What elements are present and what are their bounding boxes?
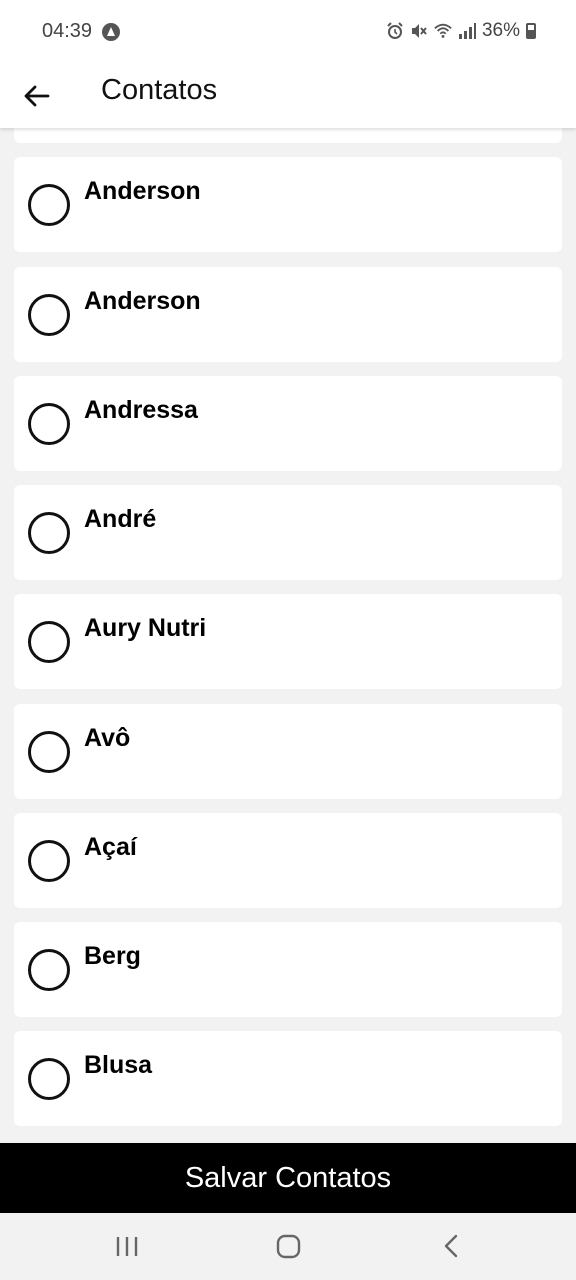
back-icon xyxy=(444,1234,458,1258)
battery-percent: 36% xyxy=(481,20,520,41)
wifi-icon xyxy=(434,23,452,38)
system-nav-bar xyxy=(0,1213,576,1280)
mute-icon xyxy=(411,24,427,38)
back-button[interactable] xyxy=(18,74,58,114)
status-time: 04:39 xyxy=(42,20,93,42)
list-item[interactable]: Andressa xyxy=(14,376,562,471)
nav-back-button[interactable] xyxy=(430,1231,470,1261)
list-item[interactable]: Avô xyxy=(14,704,562,799)
radio-button[interactable] xyxy=(28,184,70,226)
recents-button[interactable] xyxy=(108,1231,148,1261)
list-item[interactable]: Blusa xyxy=(14,1031,562,1126)
page-title: Contatos xyxy=(101,74,218,106)
radio-button[interactable] xyxy=(28,949,70,991)
signal-icon xyxy=(458,23,476,39)
list-item-partial xyxy=(14,128,562,143)
home-icon xyxy=(276,1234,301,1259)
app-notification-icon xyxy=(102,23,120,41)
radio-button[interactable] xyxy=(28,1058,70,1100)
list-item[interactable]: Anderson xyxy=(14,267,562,362)
contact-name: André xyxy=(84,505,157,533)
contact-name: Açaí xyxy=(84,833,137,861)
list-item[interactable]: Açaí xyxy=(14,813,562,908)
app-bar: Contatos xyxy=(0,66,576,128)
contact-name: Blusa xyxy=(84,1051,153,1079)
list-item[interactable]: André xyxy=(14,485,562,580)
list-item[interactable]: Aury Nutri xyxy=(14,594,562,689)
arrow-left-icon xyxy=(24,85,50,107)
contact-name: Anderson xyxy=(84,177,201,205)
save-contacts-label: Salvar Contatos xyxy=(184,1161,392,1194)
contact-name: Anderson xyxy=(84,287,201,315)
radio-button[interactable] xyxy=(28,403,70,445)
radio-button[interactable] xyxy=(28,840,70,882)
radio-button[interactable] xyxy=(28,294,70,336)
save-contacts-button[interactable]: Salvar Contatos xyxy=(0,1143,576,1213)
radio-button[interactable] xyxy=(28,512,70,554)
radio-button[interactable] xyxy=(28,621,70,663)
contact-name: Andressa xyxy=(84,396,198,424)
home-button[interactable] xyxy=(268,1231,308,1261)
list-item[interactable]: Anderson xyxy=(14,157,562,252)
recents-icon xyxy=(116,1237,138,1256)
status-icons: 36% xyxy=(386,20,536,42)
battery-icon xyxy=(526,23,536,39)
alarm-icon xyxy=(387,22,403,39)
contact-name: Berg xyxy=(84,942,141,970)
contact-name: Aury Nutri xyxy=(84,614,207,642)
contact-list[interactable]: Anderson Anderson Andressa André Aury Nu… xyxy=(0,128,576,1143)
radio-button[interactable] xyxy=(28,731,70,773)
status-bar: 04:39 36% xyxy=(0,0,576,66)
contact-name: Avô xyxy=(84,724,131,752)
list-item[interactable]: Berg xyxy=(14,922,562,1017)
